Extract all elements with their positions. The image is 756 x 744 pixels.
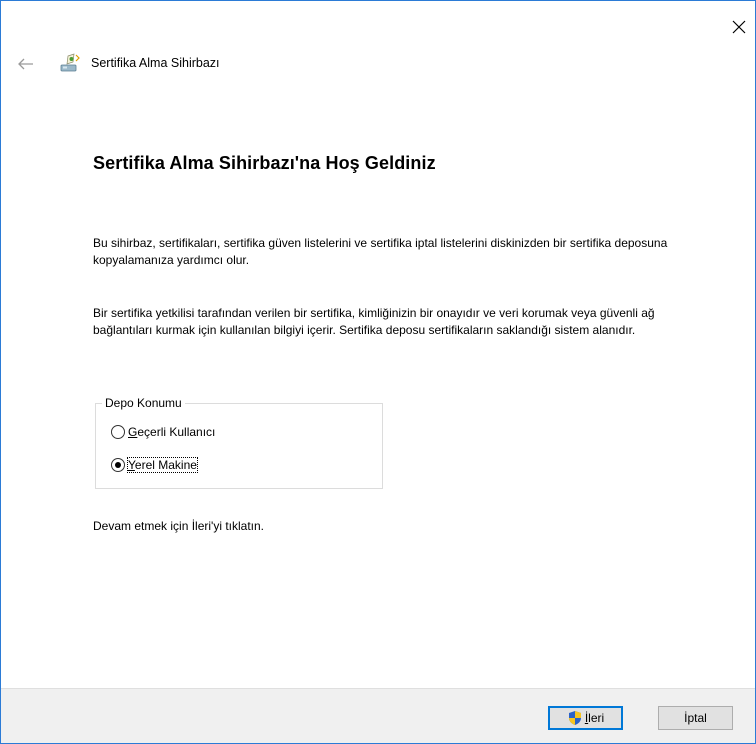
button-bar: İleri İptal bbox=[1, 688, 755, 743]
radio-local-machine[interactable]: Yerel Makine bbox=[111, 457, 198, 473]
cancel-button[interactable]: İptal bbox=[658, 706, 733, 730]
radio-circle-local-machine[interactable] bbox=[111, 458, 125, 472]
continue-instruction: Devam etmek için İleri'yi tıklatın. bbox=[93, 519, 265, 533]
description-paragraph: Bir sertifika yetkilisi tarafından veril… bbox=[93, 306, 655, 337]
next-button[interactable]: İleri bbox=[548, 706, 623, 730]
cancel-button-label: İptal bbox=[684, 711, 707, 725]
store-location-group: Depo Konumu Geçerli Kullanıcı Yerel Maki… bbox=[95, 396, 383, 489]
back-arrow-icon bbox=[18, 58, 33, 70]
close-icon bbox=[732, 20, 746, 34]
radio-label-local-machine[interactable]: Yerel Makine bbox=[127, 457, 198, 473]
certificate-wizard-icon bbox=[60, 53, 80, 72]
page-heading: Sertifika Alma Sihirbazı'na Hoş Geldiniz bbox=[93, 153, 436, 173]
wizard-window: Sertifika Alma Sihirbazı Sertifika Alma … bbox=[0, 0, 756, 744]
window-title: Sertifika Alma Sihirbazı bbox=[91, 56, 220, 70]
close-button[interactable] bbox=[727, 15, 751, 39]
back-button[interactable] bbox=[15, 55, 37, 73]
radio-current-user[interactable]: Geçerli Kullanıcı bbox=[111, 425, 215, 439]
next-button-label: İleri bbox=[584, 711, 605, 725]
radio-circle-current-user[interactable] bbox=[111, 425, 125, 439]
store-location-legend: Depo Konumu bbox=[102, 396, 185, 410]
uac-shield-icon bbox=[568, 711, 581, 725]
radio-label-current-user[interactable]: Geçerli Kullanıcı bbox=[128, 425, 215, 439]
intro-paragraph: Bu sihirbaz, sertifikaları, sertifika gü… bbox=[93, 236, 668, 267]
